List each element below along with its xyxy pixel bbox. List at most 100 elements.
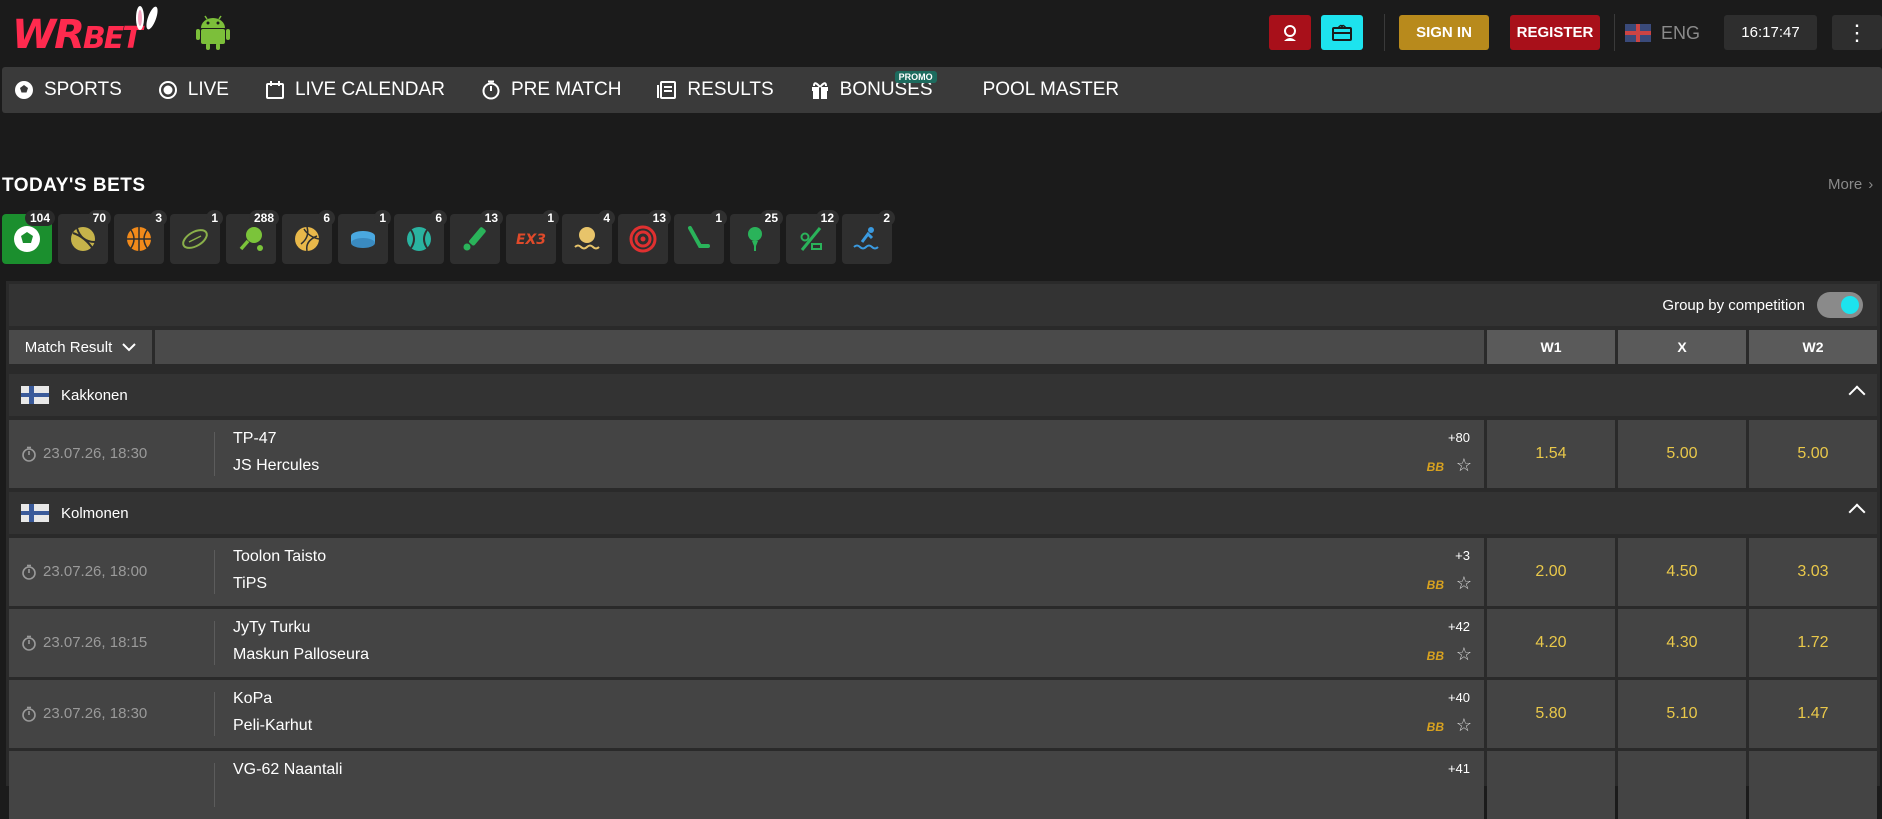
- nav-results[interactable]: RESULTS: [645, 67, 797, 113]
- ticket-icon: [1332, 24, 1352, 41]
- uk-flag-icon: [1625, 24, 1651, 42]
- matches-panel: Group by competition Match Result W1 X W…: [6, 281, 1880, 819]
- todays-bets-title: TODAY'S BETS: [2, 175, 146, 196]
- nav-sports[interactable]: SPORTS: [2, 67, 146, 113]
- sport-soccer[interactable]: 104: [2, 210, 55, 264]
- odd-w2[interactable]: 3.03: [1749, 538, 1877, 606]
- match-info[interactable]: 23.07.26, 18:30 KoPa Peli-Karhut +40 BB …: [9, 680, 1484, 748]
- sport-ice-hockey[interactable]: 1: [338, 210, 391, 264]
- match-info[interactable]: 23.07.26, 18:00 Toolon Taisto TiPS +3 BB…: [9, 538, 1484, 606]
- odd-x[interactable]: 4.30: [1618, 609, 1746, 677]
- match-info[interactable]: VG-62 Naantali +41: [9, 751, 1484, 819]
- league-header-kakkonen[interactable]: Kakkonen: [9, 374, 1877, 416]
- odd-w1[interactable]: 1.54: [1487, 420, 1615, 488]
- chevron-right-icon: ›: [1868, 176, 1874, 193]
- odd-w2[interactable]: 5.00: [1749, 420, 1877, 488]
- sport-golf[interactable]: 25: [730, 210, 783, 264]
- odd-w1[interactable]: 5.80: [1487, 680, 1615, 748]
- odd-w1[interactable]: [1487, 751, 1615, 819]
- sport-table-tennis[interactable]: 288: [226, 210, 279, 264]
- tennis-ball-icon: [407, 227, 431, 251]
- more-menu-button[interactable]: ⋮: [1832, 15, 1882, 50]
- table-header: Match Result W1 X W2: [9, 330, 1877, 364]
- sport-water-polo[interactable]: 2: [842, 210, 895, 264]
- group-by-row: Group by competition: [9, 284, 1877, 326]
- more-markets-count[interactable]: +3: [1455, 548, 1470, 563]
- sport-count: 70: [87, 210, 111, 226]
- nav-pool-master[interactable]: POOL MASTER: [957, 67, 1144, 113]
- odd-x[interactable]: 4.50: [1618, 538, 1746, 606]
- away-team: Maskun Palloseura: [233, 646, 370, 663]
- sport-volleyball[interactable]: 6: [282, 210, 335, 264]
- sport-beach-volleyball[interactable]: 4: [562, 210, 615, 264]
- sport-field-hockey[interactable]: 1: [674, 210, 727, 264]
- sport-basketball[interactable]: 3: [114, 210, 167, 264]
- promo-button[interactable]: [1321, 15, 1363, 50]
- home-team: Toolon Taisto: [233, 548, 327, 565]
- odd-x[interactable]: 5.00: [1618, 420, 1746, 488]
- more-markets-count[interactable]: +41: [1448, 761, 1470, 776]
- sport-rugby[interactable]: 1: [170, 210, 223, 264]
- more-label: More: [1828, 176, 1863, 193]
- sport-tennis[interactable]: 70: [58, 210, 111, 264]
- group-by-toggle[interactable]: [1817, 292, 1863, 318]
- odd-w2[interactable]: 1.72: [1749, 609, 1877, 677]
- register-button[interactable]: REGISTER: [1510, 15, 1600, 50]
- language-label: ENG: [1661, 22, 1701, 43]
- favorite-star-icon[interactable]: ☆: [1456, 573, 1472, 594]
- more-markets-count[interactable]: +40: [1448, 690, 1470, 705]
- android-app-icon[interactable]: [196, 14, 230, 50]
- table-tennis-icon: [239, 227, 263, 251]
- odd-x[interactable]: [1618, 751, 1746, 819]
- nav-live[interactable]: LIVE: [146, 67, 253, 113]
- sport-baseball[interactable]: 12: [786, 210, 839, 264]
- sport-darts[interactable]: 13: [618, 210, 671, 264]
- favorite-star-icon[interactable]: ☆: [1456, 644, 1472, 665]
- odd-w2[interactable]: 1.47: [1749, 680, 1877, 748]
- nav-label: LIVE: [187, 79, 229, 100]
- chevron-up-icon: [1848, 503, 1866, 521]
- sport-count: 1: [542, 210, 559, 226]
- odd-w1[interactable]: 4.20: [1487, 609, 1615, 677]
- nav-label: RESULTS: [687, 79, 774, 100]
- clock: 16:17:47: [1724, 15, 1817, 50]
- divider: [214, 550, 215, 594]
- sport-cricket[interactable]: 13: [450, 210, 503, 264]
- divider: [214, 621, 215, 665]
- match-time: 23.07.26, 18:15: [21, 634, 147, 651]
- odd-w2[interactable]: [1749, 751, 1877, 819]
- header-divider: [1384, 14, 1385, 51]
- column-w1: W1: [1487, 330, 1615, 364]
- match-row: VG-62 Naantali +41: [9, 751, 1877, 819]
- more-markets-count[interactable]: +80: [1448, 430, 1470, 445]
- nav-live-calendar[interactable]: LIVE CALENDAR: [253, 67, 469, 113]
- sport-count: 2: [878, 210, 895, 226]
- bet-builder-icon: BB: [1426, 720, 1444, 734]
- sign-in-button[interactable]: SIGN IN: [1399, 15, 1489, 50]
- away-team: TiPS: [233, 575, 268, 592]
- favorite-star-icon[interactable]: ☆: [1456, 455, 1472, 476]
- stopwatch-icon: [22, 564, 36, 580]
- water-polo-icon: [853, 227, 879, 250]
- nav-bonuses[interactable]: BONUSES PROMO: [798, 67, 957, 113]
- sport-3x3[interactable]: EX3 1: [506, 210, 559, 264]
- sport-count: 13: [647, 210, 671, 226]
- sport-count: 3: [150, 210, 167, 226]
- league-name: Kakkonen: [61, 386, 128, 404]
- favorite-star-icon[interactable]: ☆: [1456, 715, 1472, 736]
- sport-tennis-ball[interactable]: 6: [394, 210, 447, 264]
- match-info[interactable]: 23.07.26, 18:15 JyTy Turku Maskun Pallos…: [9, 609, 1484, 677]
- rugby-icon: [182, 229, 208, 249]
- market-select[interactable]: Match Result: [9, 330, 152, 364]
- support-button[interactable]: [1269, 15, 1311, 50]
- wrbet-logo[interactable]: WRBET: [12, 6, 172, 62]
- odd-x[interactable]: 5.10: [1618, 680, 1746, 748]
- league-header-kolmonen[interactable]: Kolmonen: [9, 492, 1877, 534]
- more-link[interactable]: More ›: [1828, 176, 1873, 193]
- nav-pre-match[interactable]: PRE MATCH: [469, 67, 645, 113]
- language-selector[interactable]: ENG: [1625, 20, 1700, 46]
- match-info[interactable]: 23.07.26, 18:30 TP-47 JS Hercules +80 BB…: [9, 420, 1484, 488]
- more-markets-count[interactable]: +42: [1448, 619, 1470, 634]
- odd-w1[interactable]: 2.00: [1487, 538, 1615, 606]
- darts-icon: [629, 225, 657, 253]
